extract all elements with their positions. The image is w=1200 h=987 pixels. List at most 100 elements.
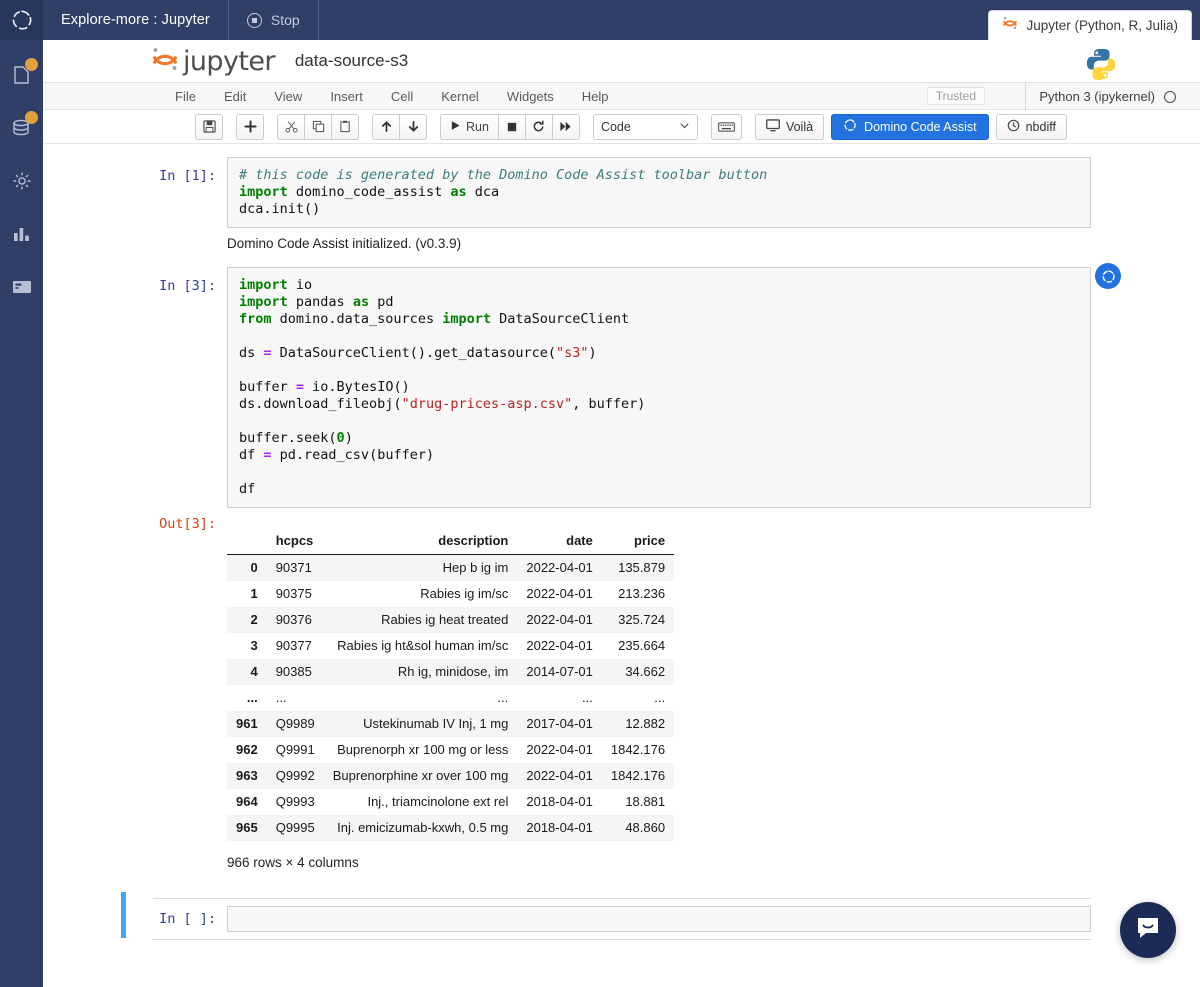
voila-button[interactable]: Voilà bbox=[754, 113, 825, 140]
dataframe-cell: 2018-04-01 bbox=[526, 819, 593, 835]
scissors-icon[interactable] bbox=[277, 113, 305, 140]
toolbar-group-run: Run bbox=[440, 113, 580, 140]
cell-selected-indicator bbox=[121, 891, 126, 938]
code-token: import bbox=[442, 311, 491, 327]
code-token: io bbox=[287, 277, 313, 293]
code-token: "s3" bbox=[556, 345, 589, 361]
arrow-down-icon[interactable] bbox=[399, 113, 427, 140]
paste-icon[interactable] bbox=[331, 113, 359, 140]
play-icon bbox=[450, 120, 461, 134]
code-token: import bbox=[239, 277, 288, 293]
menu-item-kernel[interactable]: Kernel bbox=[427, 83, 493, 110]
table-row: 962 Q9991 Buprenorph xr 100 mg or less 2022… bbox=[227, 737, 674, 763]
dataframe-row-index: 3 bbox=[250, 637, 258, 653]
domino-run-marker-icon[interactable] bbox=[1095, 263, 1121, 289]
code-token: DataSourceClient().get_datasource( bbox=[271, 345, 557, 361]
dataframe-cell: Hep b ig im bbox=[442, 559, 509, 575]
dataframe-cell: Rabies ig ht&sol human im/sc bbox=[337, 637, 509, 653]
menu-item-help[interactable]: Help bbox=[568, 83, 623, 110]
dataframe-row-index: 964 bbox=[236, 793, 258, 809]
chat-bubble-icon bbox=[1133, 913, 1163, 948]
toolbar-group-file bbox=[195, 113, 223, 140]
code-token: pd.read_csv(buffer) bbox=[271, 447, 435, 463]
output-prompt: Out[3]: bbox=[159, 516, 216, 532]
run-label: Run bbox=[466, 119, 489, 134]
table-row: 3 90377 Rabies ig ht&sol human im/sc 2022-0… bbox=[227, 633, 674, 659]
code-token: domino_code_assist bbox=[287, 184, 451, 200]
dataframe-cell: 2022-04-01 bbox=[526, 611, 593, 627]
nbdiff-button[interactable]: nbdiff bbox=[995, 113, 1067, 140]
interrupt-kernel-button[interactable] bbox=[497, 113, 526, 140]
code-token: = bbox=[295, 379, 305, 395]
code-token: dca.init() bbox=[239, 201, 321, 217]
copy-icon[interactable] bbox=[304, 113, 332, 140]
dataframe-cell: ... bbox=[582, 689, 593, 705]
table-row: 1 90375 Rabies ig im/sc 2022-04-01 213.236 bbox=[227, 581, 674, 607]
monitor-icon bbox=[766, 118, 780, 135]
database-icon[interactable] bbox=[9, 111, 38, 141]
keyboard-icon[interactable] bbox=[710, 113, 742, 140]
code-editor[interactable]: # this code is generated by the Domino C… bbox=[227, 157, 1091, 228]
code-token: df bbox=[239, 481, 256, 497]
toolbar-group-keyboard bbox=[710, 113, 742, 140]
menu-item-edit[interactable]: Edit bbox=[210, 83, 260, 110]
dataframe-cell: 135.879 bbox=[618, 559, 666, 575]
run-button[interactable]: Run bbox=[440, 113, 499, 140]
dataframe-shape-label: 966 rows × 4 columns bbox=[227, 854, 359, 870]
dataframe-row-index: 0 bbox=[250, 559, 258, 575]
fast-forward-icon[interactable] bbox=[551, 113, 580, 140]
domino-code-assist-button[interactable]: Domino Code Assist bbox=[831, 113, 989, 140]
code-token: DataSourceClient bbox=[490, 311, 630, 327]
menu-item-view[interactable]: View bbox=[260, 83, 316, 110]
notebook-name[interactable]: data-source-s3 bbox=[295, 51, 408, 71]
cell-type-select[interactable]: Code bbox=[592, 113, 698, 140]
stop-label: Stop bbox=[270, 12, 300, 28]
notebook-cell[interactable]: In [1]: # this code is generated by the … bbox=[153, 157, 1091, 228]
dataframe-cell: 2014-07-01 bbox=[526, 663, 593, 679]
notebook-cell[interactable]: In [3]: import io import pandas as pd fr… bbox=[153, 263, 1121, 508]
bar-chart-icon[interactable] bbox=[9, 221, 35, 247]
stop-workspace-button[interactable]: Stop bbox=[229, 0, 319, 40]
code-token: 0 bbox=[336, 430, 345, 446]
arrow-up-icon[interactable] bbox=[372, 113, 400, 140]
dataframe-cell: 2022-04-01 bbox=[526, 767, 593, 783]
save-button[interactable] bbox=[195, 113, 223, 140]
code-token: ) bbox=[344, 430, 353, 446]
menu-item-insert[interactable]: Insert bbox=[316, 83, 377, 110]
code-token: domino.data_sources bbox=[271, 311, 443, 327]
code-token: , buffer) bbox=[572, 396, 646, 412]
stop-circle-icon bbox=[246, 12, 262, 28]
dataframe-cell: Q9991 bbox=[275, 741, 315, 757]
domino-logo-icon[interactable] bbox=[0, 0, 43, 40]
code-token: "drug-prices-asp.csv" bbox=[401, 396, 573, 412]
trusted-badge[interactable]: Trusted bbox=[926, 87, 985, 105]
code-input[interactable] bbox=[227, 905, 1091, 932]
dataframe-table: hcpcs description date price 0 90371 Hep b ig… bbox=[227, 527, 675, 841]
restart-icon[interactable] bbox=[524, 113, 553, 140]
code-token: dca bbox=[466, 184, 500, 200]
table-row: 965 Q9995 Inj. emicizumab-kxwh, 0.5 mg 2018… bbox=[227, 814, 675, 841]
code-editor[interactable]: import io import pandas as pd from domin… bbox=[227, 267, 1091, 508]
dataframe-cell: Buprenorph xr 100 mg or less bbox=[337, 741, 509, 757]
jupyter-wordmark: jupyter bbox=[183, 45, 275, 77]
terminal-card-icon[interactable] bbox=[9, 274, 35, 300]
files-icon[interactable] bbox=[9, 58, 38, 88]
intercom-chat-launcher[interactable] bbox=[1120, 902, 1176, 958]
workspace-title: Explore-more : Jupyter bbox=[43, 0, 229, 40]
insert-cell-button[interactable] bbox=[236, 113, 264, 140]
table-row: 0 90371 Hep b ig im 2022-04-01 135.879 bbox=[227, 554, 675, 581]
kernel-tab[interactable]: Jupyter (Python, R, Julia) bbox=[988, 10, 1192, 40]
dataframe-cell: 90371 bbox=[275, 559, 312, 575]
jupyter-logo[interactable]: jupyter bbox=[150, 44, 275, 79]
selected-cell-wrapper: In [ ]: bbox=[153, 897, 1091, 940]
menu-item-cell[interactable]: Cell bbox=[377, 83, 427, 110]
menu-item-widgets[interactable]: Widgets bbox=[493, 83, 568, 110]
notebook-toolbar: Run Code Voilà Domino Code Assist nbdiff bbox=[43, 110, 1200, 144]
dataframe-cell: Q9992 bbox=[275, 767, 315, 783]
gear-icon[interactable] bbox=[9, 168, 35, 194]
notebook-cell-empty[interactable]: In [ ]: bbox=[121, 891, 1091, 940]
dataframe-cell: 2022-04-01 bbox=[526, 741, 593, 757]
kernel-indicator[interactable]: Python 3 (ipykernel) bbox=[1025, 83, 1176, 110]
menu-item-file[interactable]: File bbox=[161, 83, 210, 110]
menu-bar: File Edit View Insert Cell Kernel Widget… bbox=[43, 83, 1200, 110]
